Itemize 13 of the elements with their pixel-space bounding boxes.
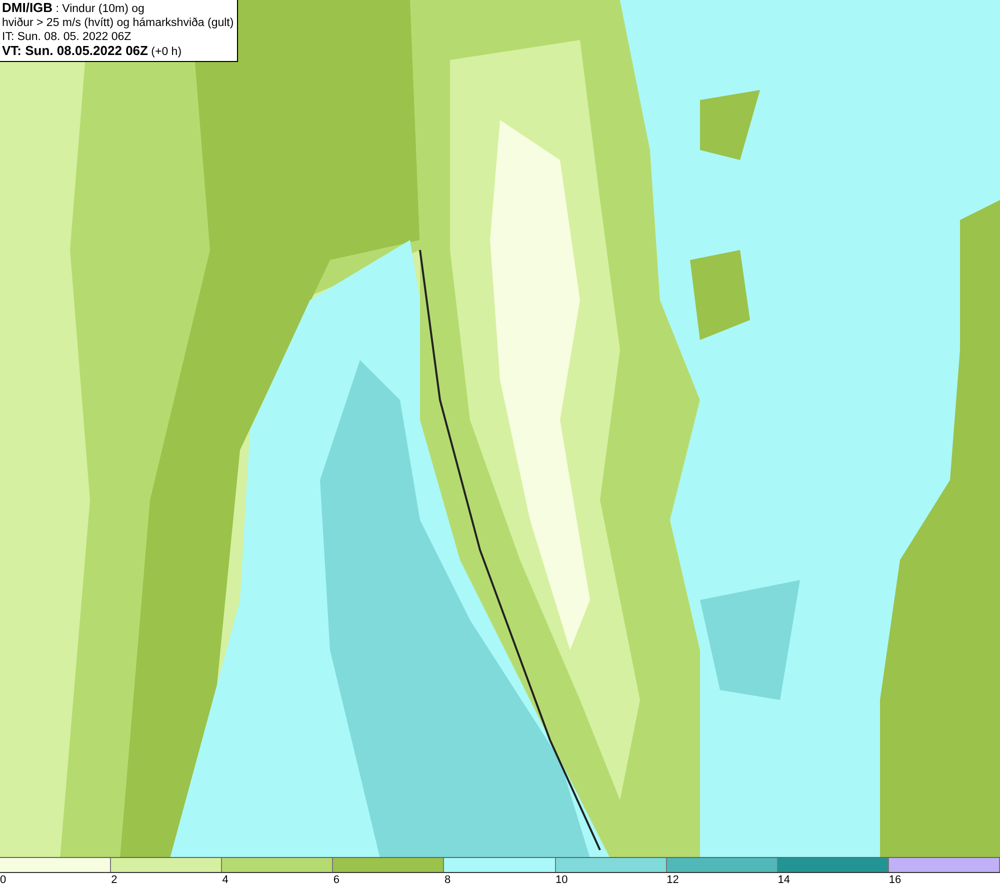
info-text: hviður > 25 m/s (hvítt) og hámarkshviða (gult) bbox=[2, 16, 234, 30]
legend-tick-label: 0 bbox=[0, 873, 6, 887]
legend-tick-label: 8 bbox=[444, 873, 451, 887]
legend-tick-label: 6 bbox=[333, 873, 340, 887]
legend-tick-label: 14 bbox=[778, 873, 790, 887]
info-text: IT: Sun. 08. 05. 2022 06Z bbox=[2, 30, 132, 44]
legend-tick-label: 16 bbox=[888, 873, 902, 887]
legend-tick-label: 12 bbox=[666, 873, 679, 887]
legend-tick-label: 2 bbox=[111, 873, 118, 887]
info-text: DMI/IGB : Vindur (10m) og bbox=[2, 1, 146, 16]
legend-tick-label: 4 bbox=[222, 873, 228, 887]
info-text: VT: Sun. 08.05.2022 06Z (+0 h) bbox=[2, 44, 183, 59]
legend-tick-label: 10 bbox=[556, 873, 568, 887]
